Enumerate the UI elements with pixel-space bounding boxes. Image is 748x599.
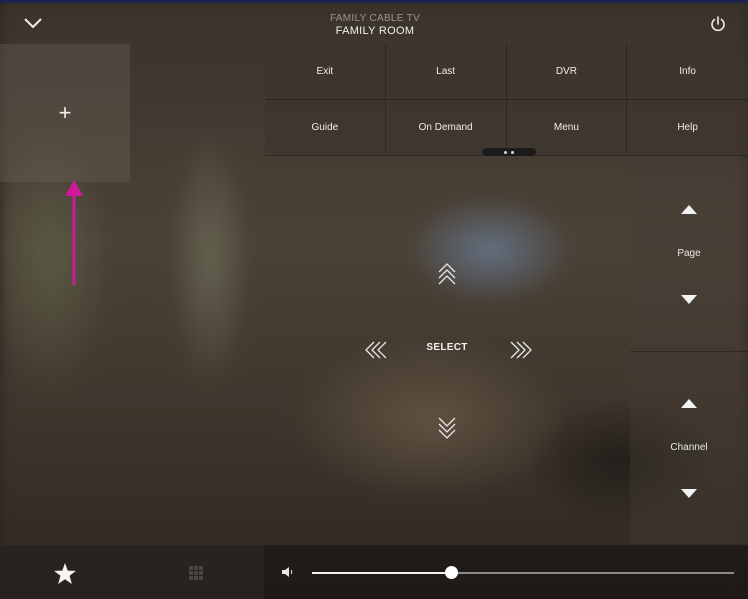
dpad-right-icon[interactable] [507,340,533,365]
dpad-up-icon[interactable] [437,262,457,293]
last-button[interactable]: Last [385,44,507,100]
volume-slider-thumb[interactable] [445,566,458,579]
page-dot [511,150,514,154]
room-title: FAMILY CABLE TV FAMILY ROOM [275,13,475,37]
page-dot [504,150,507,154]
guide-button[interactable]: Guide [265,100,386,156]
page-rocker: Page [630,158,748,350]
page-down-icon[interactable] [680,292,698,306]
help-button[interactable]: Help [627,100,748,156]
volume-slider-fill [312,572,451,574]
page-label: Page [677,248,701,259]
power-icon[interactable] [707,13,729,35]
page-indicator[interactable] [482,148,536,156]
header: FAMILY CABLE TV FAMILY ROOM [0,3,748,43]
device-subtitle: FAMILY CABLE TV [329,13,421,24]
exit-button[interactable]: Exit [265,44,386,100]
channel-label: Channel [670,442,708,453]
footer-left-bar [0,545,264,599]
dpad-down-icon[interactable] [437,414,457,445]
room-name: FAMILY ROOM [335,25,415,37]
keypad-grid-icon[interactable] [188,565,204,581]
channel-up-icon[interactable] [680,396,698,410]
add-panel-button[interactable]: + [0,44,130,182]
star-icon[interactable] [53,561,77,585]
plus-icon: + [58,100,72,125]
channel-rocker: Channel [630,351,748,544]
chevron-down-icon[interactable] [22,13,44,33]
select-button[interactable]: SELECT [412,342,482,353]
speaker-icon[interactable] [281,565,295,579]
page-up-icon[interactable] [680,202,698,216]
dpad-left-icon[interactable] [364,340,390,365]
function-button-grid: Exit Last DVR Info Guide On Demand Menu … [265,44,748,156]
annotation-arrow [65,180,83,285]
channel-down-icon[interactable] [680,486,698,500]
info-button[interactable]: Info [627,44,748,100]
dvr-button[interactable]: DVR [506,44,628,100]
